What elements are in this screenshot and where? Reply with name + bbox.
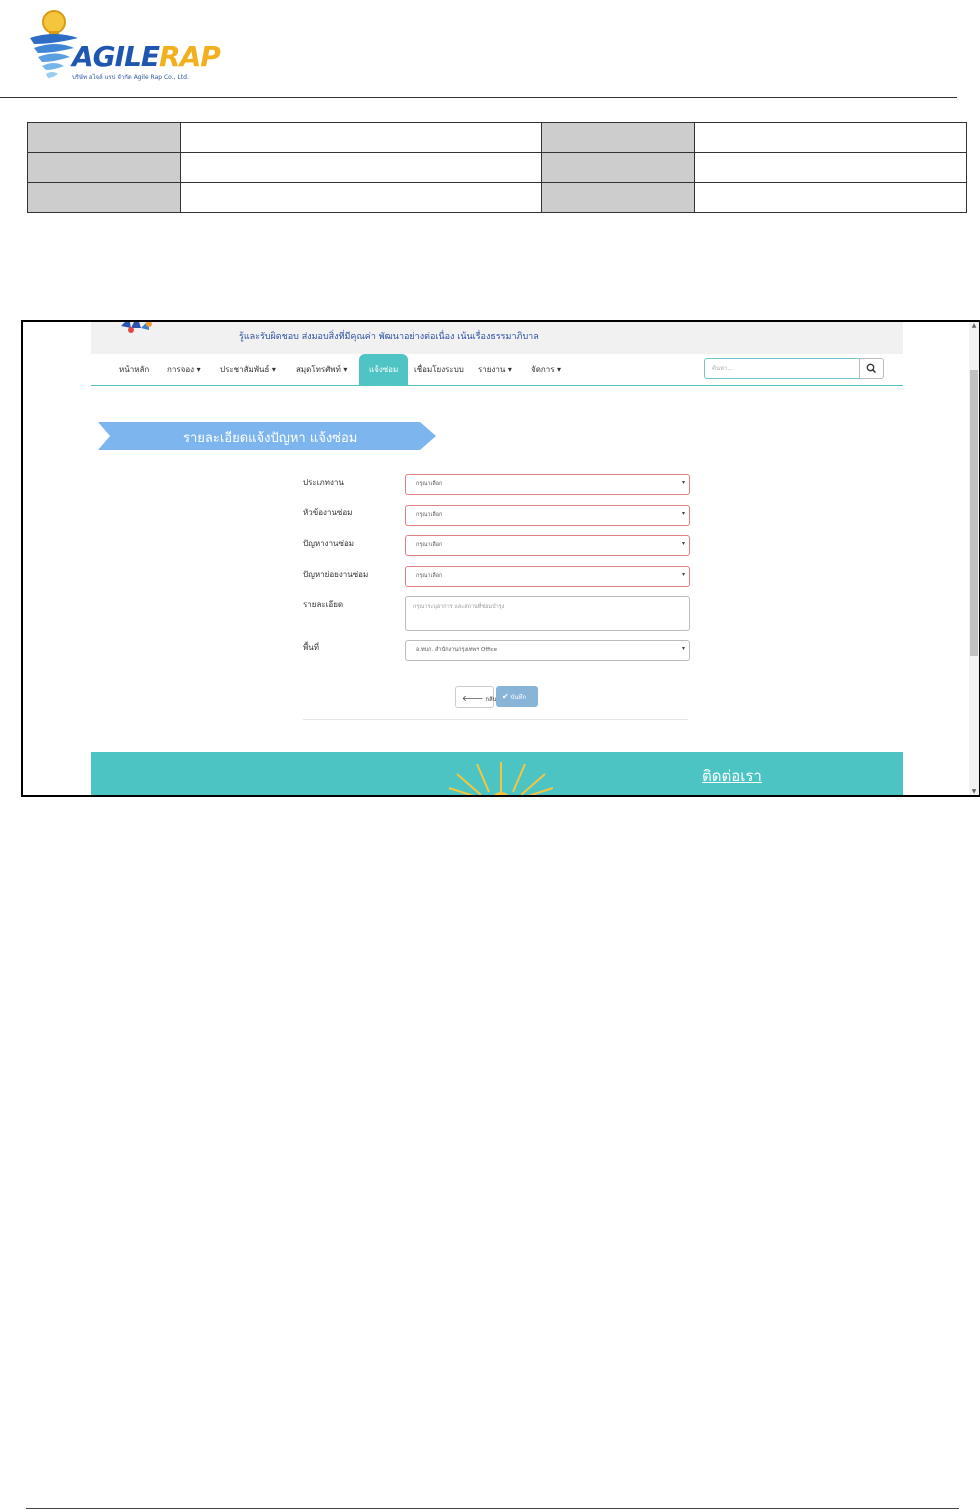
- nav-home[interactable]: หน้าหลัก: [119, 363, 149, 376]
- table-row: [26, 152, 967, 183]
- field-label-area: พื้นที่: [303, 643, 320, 652]
- back-button[interactable]: 🡐 กลับ: [455, 686, 497, 708]
- table-cell: [26, 182, 182, 213]
- search-placeholder: ค้นหา...: [712, 365, 734, 372]
- arrow-left-icon: 🡐: [462, 694, 484, 703]
- select-value: กรุณาเลือก: [416, 573, 443, 579]
- table-cell: [541, 122, 696, 153]
- contact-us-link[interactable]: ติดต่อเรา: [702, 764, 762, 788]
- search-input[interactable]: ค้นหา...: [704, 358, 860, 379]
- detail-placeholder: กรุณาระบุอาการ และสถานที่ซ่อมบำรุง: [413, 604, 505, 610]
- field-label-repair-topic: หัวข้องานซ่อม: [303, 508, 353, 517]
- table-cell: [694, 152, 967, 183]
- table-row: [26, 122, 967, 153]
- field-label-work-type: ประเภทงาน: [303, 478, 344, 487]
- detail-textarea[interactable]: กรุณาระบุอาการ และสถานที่ซ่อมบำรุง: [405, 596, 690, 631]
- sun-icon: [448, 762, 554, 795]
- nav-system-links[interactable]: เชื่อมโยงระบบ: [414, 363, 464, 376]
- header-divider: [0, 97, 957, 98]
- main-nav: หน้าหลัก การจอง ▾ ประชาสัมพันธ์ ▾ สมุดโท…: [91, 354, 903, 386]
- field-label-repair-problem: ปัญหางานซ่อม: [303, 539, 355, 548]
- table-cell: [180, 122, 543, 153]
- table-cell: [694, 122, 967, 153]
- logo-subtitle: บริษัท อไจล์ แรป จำกัด Agile Rap Co., Lt…: [72, 74, 189, 81]
- caret-down-icon: ▾: [681, 540, 685, 547]
- app-header: รู้และรับผิดชอบ ส่งมอบสิ่งที่มีคุณค่า พั…: [91, 322, 903, 354]
- site-tagline: รู้และรับผิดชอบ ส่งมอบสิ่งที่มีคุณค่า พั…: [239, 332, 539, 342]
- repair-topic-select[interactable]: กรุณาเลือก ▾: [405, 505, 690, 526]
- scroll-down-icon[interactable]: ▼: [970, 788, 978, 795]
- field-label-repair-subproblem: ปัญหาย่อยงานซ่อม: [303, 570, 369, 579]
- check-icon: ✔: [502, 692, 509, 701]
- back-button-label: กลับ: [485, 696, 497, 703]
- table-cell: [541, 182, 696, 213]
- save-button-label: บันทึก: [510, 694, 527, 701]
- repair-subproblem-select[interactable]: กรุณาเลือก ▾: [405, 566, 690, 587]
- footer: ติดต่อเรา: [91, 752, 903, 795]
- nav-manage[interactable]: จัดการ ▾: [531, 363, 561, 376]
- page-title: รายละเอียดแจ้งปัญหา แจ้งซ่อม: [183, 431, 358, 446]
- form-divider: [303, 719, 688, 720]
- nav-repair[interactable]: แจ้งซ่อม: [359, 354, 409, 385]
- caret-down-icon: ▾: [681, 645, 685, 652]
- table-cell: [26, 122, 182, 153]
- search-button[interactable]: [859, 358, 884, 379]
- footer-divider: [26, 1508, 959, 1509]
- nav-phonebook[interactable]: สมุดโทรศัพท์ ▾: [296, 363, 347, 376]
- select-value: กรุณาเลือก: [416, 481, 443, 487]
- scrollbar-thumb[interactable]: [970, 370, 978, 656]
- save-button[interactable]: ✔ บันทึก: [496, 686, 538, 707]
- select-value: กรุณาเลือก: [416, 512, 443, 518]
- caret-down-icon: ▾: [681, 510, 685, 517]
- document-info-table: [26, 122, 967, 213]
- table-row: [26, 182, 967, 213]
- search-icon: [866, 363, 877, 374]
- embedded-screenshot: ▲ ▼ รู้และรับผิดชอบ ส่งมอบสิ่งที่มีคุณค่…: [21, 320, 980, 797]
- nav-announcements[interactable]: ประชาสัมพันธ์ ▾: [220, 363, 276, 376]
- table-cell: [694, 182, 967, 213]
- work-type-select[interactable]: กรุณาเลือก ▾: [405, 474, 690, 495]
- nav-booking[interactable]: การจอง ▾: [167, 363, 201, 376]
- caret-down-icon: ▾: [681, 479, 685, 486]
- page-title-banner: รายละเอียดแจ้งปัญหา แจ้งซ่อม: [98, 422, 436, 450]
- scroll-up-icon[interactable]: ▲: [970, 322, 978, 329]
- caret-down-icon: ▾: [681, 571, 685, 578]
- select-value: อ.ทบก. สำนักงานกรุงเทพฯ Office: [416, 647, 498, 653]
- table-cell: [180, 152, 543, 183]
- nav-reports[interactable]: รายงาน ▾: [478, 363, 512, 376]
- table-cell: [180, 182, 543, 213]
- repair-problem-select[interactable]: กรุณาเลือก ▾: [405, 535, 690, 556]
- company-logo: AGILERAP บริษัท อไจล์ แรป จำกัด Agile Ra…: [24, 8, 221, 84]
- table-cell: [541, 152, 696, 183]
- table-cell: [26, 152, 182, 183]
- area-select[interactable]: อ.ทบก. สำนักงานกรุงเทพฯ Office ▾: [405, 640, 690, 661]
- select-value: กรุณาเลือก: [416, 542, 443, 548]
- scrollbar[interactable]: ▲ ▼: [969, 322, 979, 795]
- field-label-detail: รายละเอียด: [303, 600, 344, 609]
- site-logo-icon: [121, 322, 152, 333]
- logo-wordmark: AGILERAP: [72, 40, 221, 73]
